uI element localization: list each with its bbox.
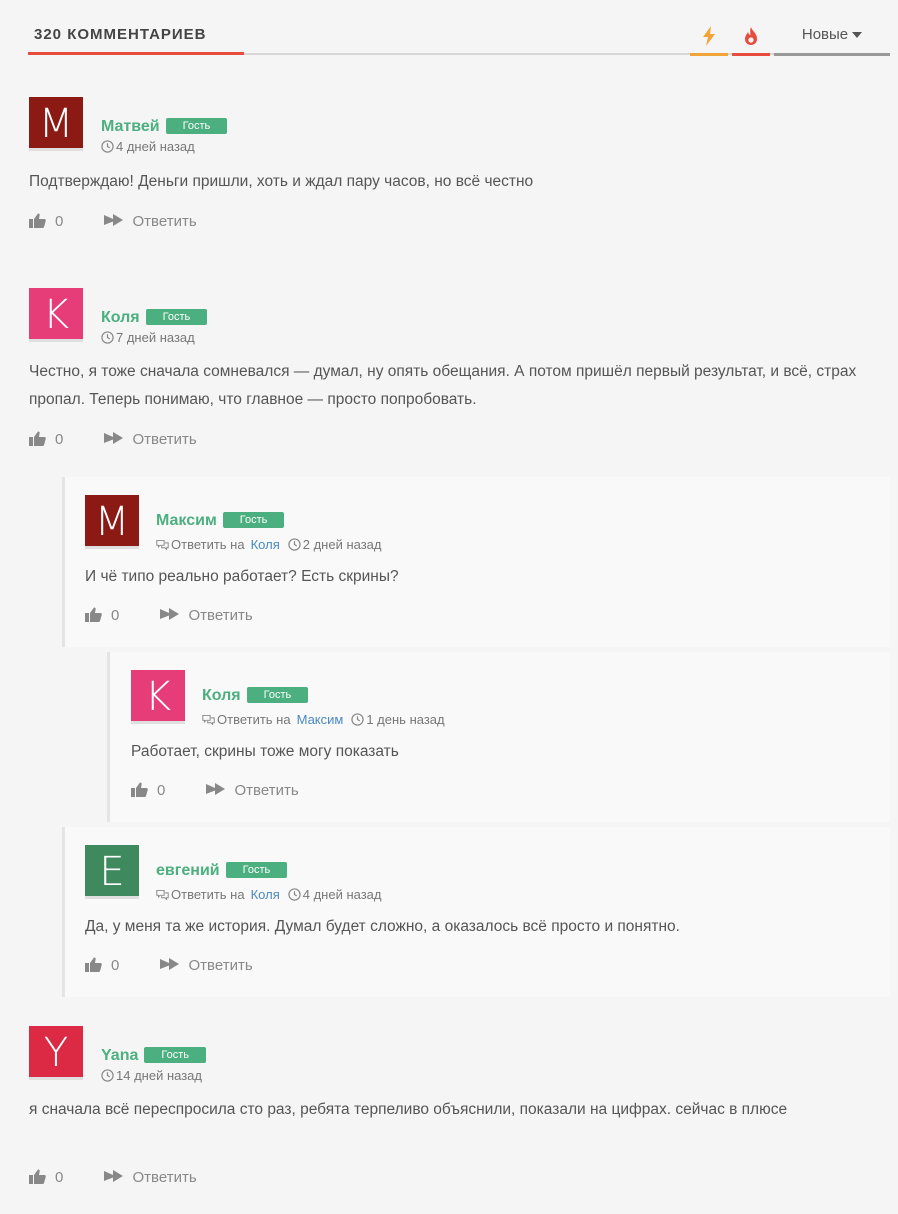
comment-actions: 0 Ответить <box>29 213 197 230</box>
thumbs-up-icon[interactable] <box>85 957 102 972</box>
like-count: 0 <box>55 213 64 230</box>
chat-bubble-icon <box>156 539 169 551</box>
comment-meta: Ответить на Максим 1 день назад <box>202 712 445 727</box>
comment-meta: 4 дней назад <box>101 139 195 154</box>
thumbs-up-icon[interactable] <box>29 1169 46 1184</box>
author-name-text: Максим <box>156 512 217 529</box>
comment-text: Подтверждаю! Деньги пришли, хоть и ждал … <box>29 173 534 190</box>
comment: M Матвей Гость 4 дней назад Подтверждаю! … <box>0 0 898 245</box>
reply-arrow-icon <box>159 608 179 620</box>
guest-badge: Гость <box>145 309 208 325</box>
comment-time: 2 дней назад <box>302 537 382 552</box>
thumbs-up-icon[interactable] <box>29 431 46 446</box>
author-name-text: Коля <box>202 687 241 704</box>
avatar: Y <box>29 1026 83 1080</box>
comment-text: Работает, скрины тоже могу показать <box>131 743 399 760</box>
comment-meta: 7 дней назад <box>101 330 195 345</box>
like-count: 0 <box>157 782 166 799</box>
comment-actions: 0 Ответить <box>131 782 299 799</box>
reply-arrow-icon <box>103 1170 123 1182</box>
clock-icon <box>101 331 114 344</box>
thumbs-up-icon[interactable] <box>131 782 148 797</box>
reply-to-label: Ответить на <box>217 712 291 727</box>
reply-to-label: Ответить на <box>171 537 245 552</box>
chat-bubble-icon <box>156 889 169 901</box>
author-name-text: Коля <box>101 309 140 326</box>
like-count: 0 <box>55 1169 64 1186</box>
guest-badge: Гость <box>144 1047 206 1063</box>
reply-button[interactable]: Ответить <box>189 607 253 624</box>
author-name-text: Матвей <box>101 118 160 135</box>
author-name: Матвей Гость <box>101 118 228 136</box>
reply-button[interactable]: Ответить <box>133 1169 197 1186</box>
guest-badge: Гость <box>246 687 309 703</box>
author-name: Максим Гость <box>156 512 285 530</box>
avatar: M <box>29 97 83 151</box>
author-name: Коля Гость <box>202 687 309 705</box>
comment-time: 4 дней назад <box>302 887 382 902</box>
like-count: 0 <box>55 431 64 448</box>
comment-time: 4 дней назад <box>116 139 195 154</box>
reply-comment: K Коля Гость Ответить на Максим 1 день наза… <box>107 652 890 822</box>
comment-time: 14 дней назад <box>116 1068 202 1083</box>
comment-actions: 0 Ответить <box>29 431 197 448</box>
comment-text: я сначала всё переспросила сто раз, ребя… <box>29 1101 788 1118</box>
comment: K Коля Гость 7 дней назад Честно, я тоже … <box>0 245 898 470</box>
comment-text: Честно, я тоже сначала сомневался — дума… <box>29 363 857 408</box>
comment-meta: Ответить на Коля 4 дней назад <box>156 887 382 902</box>
reply-arrow-icon <box>103 214 123 226</box>
author-name: Коля Гость <box>101 309 208 327</box>
author-name-text: Yana <box>101 1047 139 1064</box>
reply-comment: M Максим Гость Ответить на Коля 2 дней наза… <box>62 477 890 647</box>
reply-to-author-link[interactable]: Максим <box>297 712 344 727</box>
comment-text: И чё типо реально работает? Есть скрины? <box>85 568 399 585</box>
reply-arrow-icon <box>205 783 225 795</box>
comment-actions: 0 Ответить <box>85 957 253 974</box>
author-name: Yana Гость <box>101 1047 206 1065</box>
comment-actions: 0 Ответить <box>85 607 253 624</box>
comment: Y Yana Гость 14 дней назад я сначала всё … <box>0 1000 898 1214</box>
clock-icon <box>101 1069 114 1082</box>
reply-to-label: Ответить на <box>171 887 245 902</box>
like-count: 0 <box>111 607 120 624</box>
reply-to-author-link[interactable]: Коля <box>251 887 280 902</box>
comment-meta: Ответить на Коля 2 дней назад <box>156 537 382 552</box>
comment-actions: 0 Ответить <box>29 1169 197 1186</box>
chat-bubble-icon <box>202 714 215 726</box>
guest-badge: Гость <box>222 512 285 528</box>
comment-meta: 14 дней назад <box>101 1068 202 1083</box>
clock-icon <box>288 888 301 901</box>
author-name: евгений Гость <box>156 862 288 880</box>
author-name-text: евгений <box>156 862 220 879</box>
guest-badge: Гость <box>165 118 228 134</box>
avatar: M <box>85 495 139 549</box>
reply-arrow-icon <box>159 958 179 970</box>
thumbs-up-icon[interactable] <box>85 607 102 622</box>
avatar: K <box>29 288 83 342</box>
reply-button[interactable]: Ответить <box>235 782 299 799</box>
thumbs-up-icon[interactable] <box>29 213 46 228</box>
comment-time: 1 день назад <box>366 712 445 727</box>
reply-button[interactable]: Ответить <box>189 957 253 974</box>
reply-to-author-link[interactable]: Коля <box>251 537 280 552</box>
clock-icon <box>288 538 301 551</box>
reply-button[interactable]: Ответить <box>133 213 197 230</box>
comment-text: Да, у меня та же история. Думал будет сл… <box>85 918 680 935</box>
clock-icon <box>101 140 114 153</box>
clock-icon <box>351 713 365 726</box>
guest-badge: Гость <box>225 862 288 878</box>
avatar: K <box>131 670 185 724</box>
comment-time: 7 дней назад <box>116 330 195 345</box>
reply-arrow-icon <box>103 432 123 444</box>
reply-button[interactable]: Ответить <box>133 431 197 448</box>
reply-comment: E евгений Гость Ответить на Коля 4 дней наз… <box>62 827 890 997</box>
like-count: 0 <box>111 957 120 974</box>
avatar: E <box>85 845 139 899</box>
